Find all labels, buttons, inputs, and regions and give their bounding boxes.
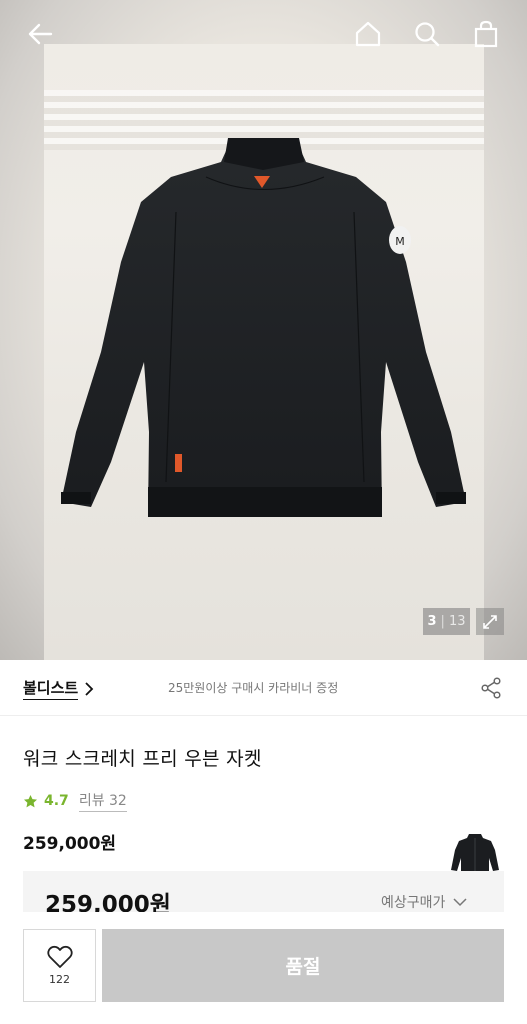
home-icon <box>355 21 381 47</box>
home-button[interactable] <box>350 16 386 52</box>
chevron-down-icon <box>453 897 467 906</box>
product-title: 워크 스크레치 프리 우븐 자켓 <box>23 748 262 770</box>
product-image: M <box>61 138 466 517</box>
shopping-bag-icon <box>474 20 498 48</box>
expected-price-label: 예상구매가 <box>381 895 446 911</box>
back-arrow-icon <box>28 23 53 45</box>
like-button[interactable]: 122 <box>23 929 96 1002</box>
brand-promo-text: 25만원이상 구매시 카라비너 증정 <box>168 681 339 695</box>
chevron-right-icon <box>85 681 94 696</box>
search-icon <box>415 22 440 47</box>
expected-price-toggle[interactable]: 예상구매가 <box>381 892 467 912</box>
heart-icon <box>46 945 73 968</box>
brand-link[interactable]: 볼디스트 <box>23 677 94 700</box>
bottom-action-bar: 122 품절 <box>0 912 527 1024</box>
star-icon <box>24 794 37 807</box>
search-button[interactable] <box>409 16 445 52</box>
review-count-link[interactable]: 리뷰 32 <box>78 790 127 812</box>
share-icon <box>481 677 501 699</box>
product-rating: 4.7 리뷰 32 <box>23 790 127 812</box>
expected-price-bar[interactable]: 259,000원 예상구매가 <box>23 871 504 918</box>
like-count: 122 <box>49 973 70 986</box>
product-price: 259,000원 <box>23 834 117 854</box>
image-counter: 3 | 13 <box>423 608 470 635</box>
top-navigation-bar <box>0 0 527 70</box>
cart-button[interactable] <box>468 16 504 52</box>
svg-text:M: M <box>395 235 405 248</box>
image-counter-total: 13 <box>448 614 466 629</box>
expand-icon <box>483 614 497 629</box>
soldout-button[interactable]: 품절 <box>102 929 504 1002</box>
product-image-gallery[interactable]: M 3 | 13 <box>0 0 527 660</box>
rating-score: 4.7 <box>44 793 69 809</box>
share-button[interactable] <box>478 675 504 701</box>
back-button[interactable] <box>22 16 58 52</box>
expand-image-button[interactable] <box>476 608 504 635</box>
brand-name: 볼디스트 <box>23 677 79 700</box>
image-counter-separator: | <box>440 614 445 629</box>
brand-row: 볼디스트 25만원이상 구매시 카라비너 증정 <box>0 660 527 716</box>
image-counter-current: 3 <box>427 614 437 629</box>
